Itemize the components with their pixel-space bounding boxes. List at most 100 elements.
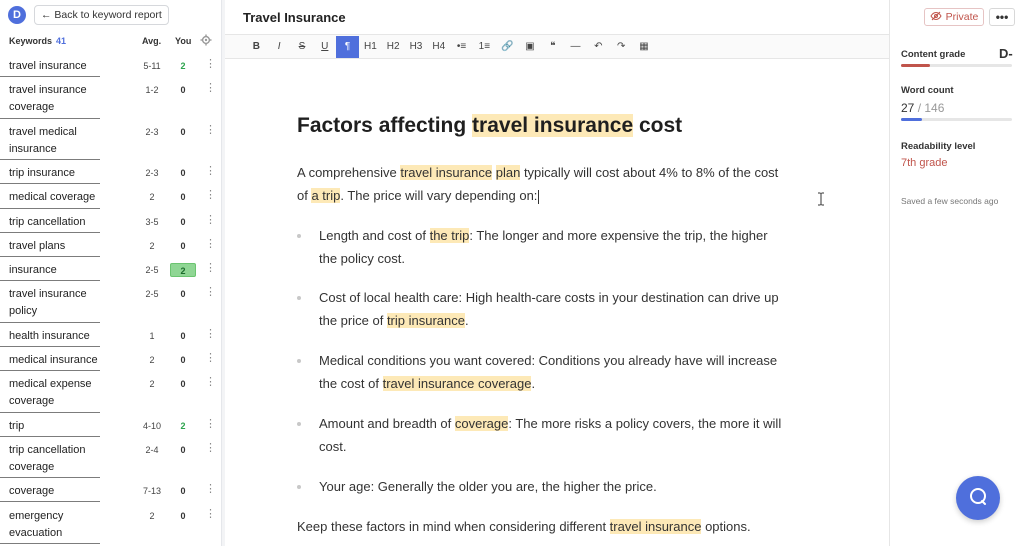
keyword-text-line: travel insurance — [9, 288, 87, 301]
keyword-text-line: travel insurance — [9, 60, 87, 72]
keyword-row[interactable]: travel plans 2 0 ⋮ — [0, 235, 221, 259]
italic-button[interactable]: I — [268, 36, 291, 58]
numbered-list-button[interactable]: 1≡ — [473, 36, 496, 58]
keyword-you-count: 0 — [180, 510, 186, 521]
paragraph-button[interactable]: ¶ — [336, 35, 359, 58]
keyword-row[interactable]: health insurance 1 0 ⋮ — [0, 325, 221, 349]
keyword-text: coverage — [9, 483, 54, 500]
bullet-text: Length and cost of the trip: The longer … — [319, 224, 819, 270]
help-chat-button[interactable] — [956, 476, 1000, 520]
keyword-menu-icon[interactable]: ⋮ — [205, 328, 216, 339]
keyword-text: emergency evacuation — [9, 508, 63, 542]
text: . — [464, 313, 469, 328]
undo-button[interactable]: ↶ — [587, 36, 610, 58]
keyword-avg: 2 — [149, 510, 155, 521]
keyword-text-line: coverage — [9, 485, 55, 498]
content-grade-value: D- — [999, 46, 1013, 61]
keyword-menu-icon[interactable]: ⋮ — [205, 352, 216, 363]
document-title[interactable]: Travel Insurance — [225, 0, 889, 35]
keyword-menu-icon[interactable]: ⋮ — [205, 59, 216, 70]
keyword-row[interactable]: emergency evacuation 2 0 ⋮ — [0, 505, 221, 546]
document-heading[interactable]: Factors affecting travel insurance cost — [297, 114, 682, 138]
quote-button[interactable]: ❝ — [541, 36, 564, 58]
strike-button[interactable]: S — [291, 36, 314, 58]
word-count-target: / 146 — [917, 101, 945, 115]
keyword-row[interactable]: travel medical insurance 2-3 0 ⋮ — [0, 121, 221, 163]
keyword-you-count: 0 — [180, 289, 186, 300]
keyword-menu-icon[interactable]: ⋮ — [205, 214, 216, 225]
divider-button[interactable]: — — [564, 36, 587, 58]
keyword-row[interactable]: trip cancellation coverage 2-4 0 ⋮ — [0, 439, 221, 481]
back-to-report-button[interactable]: ← Back to keyword report — [34, 5, 169, 25]
app-logo[interactable]: D — [8, 6, 26, 24]
keyword-you-count: 0 — [180, 379, 186, 390]
text: A comprehensive — [297, 165, 401, 180]
keyword-highlight: a trip — [311, 188, 341, 203]
keyword-row[interactable]: travel insurance policy 2-5 0 ⋮ — [0, 283, 221, 325]
keyword-menu-icon[interactable]: ⋮ — [205, 263, 216, 274]
keyword-highlight: travel insurance — [400, 165, 493, 180]
editor-content[interactable]: Factors affecting travel insurance cost … — [225, 60, 889, 546]
keyword-menu-icon[interactable]: ⋮ — [205, 442, 216, 453]
keyword-avg: 2-5 — [145, 289, 159, 300]
keyword-row[interactable]: insurance 2-5 2 ⋮ — [0, 259, 221, 283]
keyword-menu-icon[interactable]: ⋮ — [205, 83, 216, 94]
keyword-row[interactable]: trip cancellation 3-5 0 ⋮ — [0, 211, 221, 235]
keyword-usage-underline — [0, 543, 100, 544]
keyword-menu-icon[interactable]: ⋮ — [205, 484, 216, 495]
keyword-avg: 2-5 — [145, 265, 159, 275]
more-options-button[interactable]: ••• — [989, 8, 1015, 26]
closing-paragraph[interactable]: Keep these factors in mind when consider… — [297, 515, 751, 538]
bold-button[interactable]: B — [245, 36, 268, 58]
keyword-row[interactable]: medical insurance 2 0 ⋮ — [0, 349, 221, 373]
keyword-you-count: 0 — [180, 486, 186, 497]
keyword-text: medical expense coverage — [9, 376, 92, 410]
text: typically will cost about 4% to 8% of th… — [520, 165, 779, 180]
bullet-list-button[interactable]: •≡ — [450, 36, 473, 58]
content-grade-fill — [901, 64, 930, 67]
keyword-menu-icon[interactable]: ⋮ — [205, 190, 216, 201]
bullet-dot-icon — [297, 485, 301, 489]
keyword-text: trip cancellation — [9, 214, 85, 231]
keyword-row[interactable]: medical coverage 2 0 ⋮ — [0, 186, 221, 210]
h2-button[interactable]: H2 — [382, 36, 405, 58]
keyword-you-count: 2 — [180, 420, 186, 431]
keyword-avg: 2 — [149, 240, 155, 251]
keyword-menu-icon[interactable]: ⋮ — [205, 124, 216, 135]
keyword-you-count: 2 — [170, 263, 196, 277]
keyword-menu-icon[interactable]: ⋮ — [205, 166, 216, 177]
content-grade-label: Content grade — [901, 49, 966, 60]
h1-button[interactable]: H1 — [359, 36, 382, 58]
text: of — [297, 188, 312, 203]
keyword-menu-icon[interactable]: ⋮ — [205, 508, 216, 519]
keyword-menu-icon[interactable]: ⋮ — [205, 238, 216, 249]
keyword-row[interactable]: travel insurance 5-11 2 ⋮ — [0, 55, 221, 79]
keyword-text: travel plans — [9, 238, 65, 255]
link-button[interactable]: 🔗 — [496, 36, 519, 58]
keyword-avg: 1 — [149, 330, 155, 341]
h4-button[interactable]: H4 — [427, 36, 450, 58]
keyword-text-line: trip insurance — [9, 167, 76, 180]
keyword-menu-icon[interactable]: ⋮ — [205, 418, 216, 429]
keyword-row[interactable]: travel insurance coverage 1-2 0 ⋮ — [0, 79, 221, 121]
keywords-header: Keywords — [9, 36, 53, 46]
h3-button[interactable]: H3 — [405, 36, 428, 58]
keyword-usage-underline — [0, 435, 100, 437]
table-button[interactable]: ▦ — [633, 36, 656, 58]
image-button[interactable]: ▣ — [519, 36, 542, 58]
underline-button[interactable]: U — [313, 36, 336, 58]
keyword-avg: 5-11 — [143, 61, 161, 71]
text: options. — [701, 519, 751, 534]
private-toggle-button[interactable]: Private — [924, 8, 984, 26]
intro-paragraph[interactable]: A comprehensive travel insurance plan ty… — [297, 161, 778, 207]
keyword-menu-icon[interactable]: ⋮ — [205, 287, 216, 298]
keyword-row[interactable]: coverage 7-13 0 ⋮ — [0, 480, 221, 504]
text: the policy cost. — [319, 251, 405, 266]
keyword-row[interactable]: trip 4-10 2 ⋮ — [0, 415, 221, 439]
keyword-row[interactable]: medical expense coverage 2 0 ⋮ — [0, 373, 221, 415]
settings-gear-icon[interactable] — [200, 34, 212, 48]
keyword-row[interactable]: trip insurance 2-3 0 ⋮ — [0, 162, 221, 186]
keyword-table-header: Keywords 41 Avg. You — [0, 30, 221, 52]
redo-button[interactable]: ↷ — [610, 36, 633, 58]
keyword-menu-icon[interactable]: ⋮ — [205, 377, 216, 388]
